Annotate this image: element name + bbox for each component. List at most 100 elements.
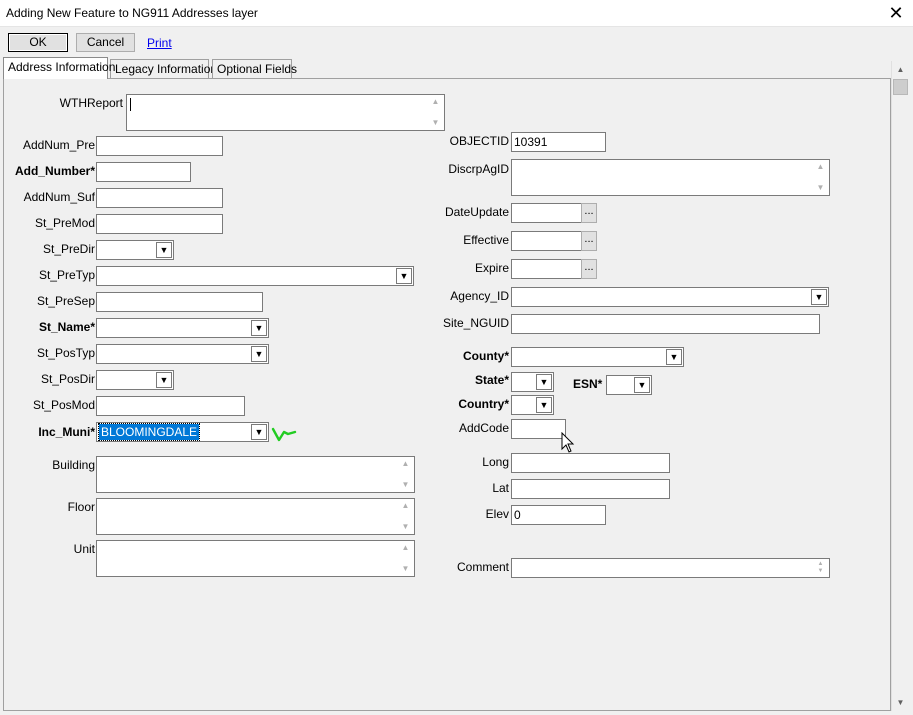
long-label: Long bbox=[482, 455, 509, 469]
esn-combo[interactable]: ▼ bbox=[606, 375, 652, 395]
objectid-field[interactable]: 10391 bbox=[511, 132, 606, 152]
scroll-thumb[interactable] bbox=[893, 79, 908, 95]
chevron-down-icon[interactable]: ▼ bbox=[251, 320, 267, 336]
unit-field[interactable]: ▲ ▼ bbox=[96, 540, 415, 577]
addcode-label: AddCode bbox=[458, 421, 509, 435]
discrpagid-label: DiscrpAgID bbox=[448, 162, 509, 176]
chevron-down-icon[interactable]: ▼ bbox=[156, 242, 172, 258]
st-posmod-field[interactable] bbox=[96, 396, 245, 416]
expire-field[interactable] bbox=[511, 259, 582, 279]
scroll-down-icon[interactable]: ▼ bbox=[398, 521, 413, 533]
st-posdir-label: St_PosDir bbox=[40, 372, 95, 386]
unit-scrollbar[interactable]: ▲ ▼ bbox=[398, 542, 413, 575]
st-postyp-combo[interactable]: ▼ bbox=[96, 344, 269, 364]
elev-label: Elev bbox=[485, 507, 509, 521]
scroll-up-icon[interactable]: ▲ bbox=[398, 500, 413, 512]
panel-scrollbar[interactable]: ▲ ▼ bbox=[891, 61, 909, 711]
country-label: Country* bbox=[458, 397, 509, 411]
scroll-up-icon[interactable]: ▲ bbox=[813, 161, 828, 173]
print-link[interactable]: Print bbox=[147, 36, 172, 50]
state-label: State* bbox=[474, 373, 509, 387]
wthreport-scrollbar[interactable]: ▲ ▼ bbox=[428, 96, 443, 129]
expire-picker-button[interactable]: ... bbox=[581, 259, 597, 279]
effective-label: Effective bbox=[463, 233, 509, 247]
scroll-down-icon[interactable]: ▼ bbox=[398, 563, 413, 575]
wthreport-field[interactable]: ▲ ▼ bbox=[126, 94, 445, 131]
comment-scrollbar[interactable]: ▲ ▼ bbox=[813, 560, 828, 576]
chevron-down-icon[interactable]: ▼ bbox=[536, 374, 552, 390]
addnum-pre-field[interactable] bbox=[96, 136, 223, 156]
tab-legacy-information[interactable]: Legacy Information bbox=[110, 59, 217, 79]
chevron-down-icon[interactable]: ▼ bbox=[536, 397, 552, 413]
scroll-down-icon[interactable]: ▼ bbox=[892, 694, 909, 711]
floor-label: Floor bbox=[67, 500, 95, 514]
st-pretyp-label: St_PreTyp bbox=[38, 268, 95, 282]
mouse-cursor-icon bbox=[561, 432, 575, 453]
building-scrollbar[interactable]: ▲ ▼ bbox=[398, 458, 413, 491]
chevron-down-icon[interactable]: ▼ bbox=[251, 346, 267, 362]
scroll-up-icon[interactable]: ▲ bbox=[892, 61, 909, 78]
effective-picker-button[interactable]: ... bbox=[581, 231, 597, 251]
tab-address-information[interactable]: Address Information bbox=[3, 57, 115, 79]
state-combo[interactable]: ▼ bbox=[511, 372, 554, 392]
st-predir-combo[interactable]: ▼ bbox=[96, 240, 174, 260]
dateupdate-field[interactable] bbox=[511, 203, 582, 223]
long-field[interactable] bbox=[511, 453, 670, 473]
scroll-down-icon[interactable]: ▼ bbox=[428, 117, 443, 129]
combo-value: BLOOMINGDALE bbox=[97, 423, 201, 441]
st-premod-label: St_PreMod bbox=[34, 216, 95, 230]
ok-button[interactable]: OK bbox=[8, 33, 68, 52]
discrpagid-field[interactable]: ▲ ▼ bbox=[511, 159, 830, 196]
site-nguid-label: Site_NGUID bbox=[442, 316, 509, 330]
agency-id-combo[interactable]: ▼ bbox=[511, 287, 829, 307]
country-combo[interactable]: ▼ bbox=[511, 395, 554, 415]
scroll-up-icon[interactable]: ▲ bbox=[398, 458, 413, 470]
dateupdate-picker-button[interactable]: ... bbox=[581, 203, 597, 223]
addnum-suf-field[interactable] bbox=[96, 188, 223, 208]
add-number-label: Add_Number* bbox=[14, 164, 95, 178]
discrpagid-scrollbar[interactable]: ▲ ▼ bbox=[813, 161, 828, 194]
scroll-down-icon[interactable]: ▼ bbox=[398, 479, 413, 491]
esn-label: ESN* bbox=[573, 377, 603, 391]
scroll-down-icon[interactable]: ▼ bbox=[813, 182, 828, 194]
cancel-button[interactable]: Cancel bbox=[76, 33, 135, 52]
county-label: County* bbox=[463, 349, 509, 363]
chevron-down-icon[interactable]: ▼ bbox=[666, 349, 682, 365]
st-presep-field[interactable] bbox=[96, 292, 263, 312]
addnum-suf-label: AddNum_Suf bbox=[23, 190, 95, 204]
addcode-field[interactable] bbox=[511, 419, 566, 439]
objectid-label: OBJECTID bbox=[449, 134, 509, 148]
scroll-up-icon[interactable]: ▲ bbox=[428, 96, 443, 108]
agency-id-label: Agency_ID bbox=[450, 289, 509, 303]
st-pretyp-combo[interactable]: ▼ bbox=[96, 266, 414, 286]
chevron-down-icon[interactable]: ▼ bbox=[251, 424, 267, 440]
st-posdir-combo[interactable]: ▼ bbox=[96, 370, 174, 390]
effective-field[interactable] bbox=[511, 231, 582, 251]
unit-label: Unit bbox=[73, 542, 95, 556]
st-name-label: St_Name* bbox=[38, 320, 95, 334]
dateupdate-label: DateUpdate bbox=[444, 205, 509, 219]
county-combo[interactable]: ▼ bbox=[511, 347, 684, 367]
building-field[interactable]: ▲ ▼ bbox=[96, 456, 415, 493]
floor-scrollbar[interactable]: ▲ ▼ bbox=[398, 500, 413, 533]
scroll-down-icon[interactable]: ▼ bbox=[813, 567, 828, 576]
elev-field[interactable]: 0 bbox=[511, 505, 606, 525]
comment-label: Comment bbox=[456, 560, 509, 574]
chevron-down-icon[interactable]: ▼ bbox=[396, 268, 412, 284]
scroll-up-icon[interactable]: ▲ bbox=[398, 542, 413, 554]
close-icon[interactable]: ✕ bbox=[887, 3, 905, 23]
chevron-down-icon[interactable]: ▼ bbox=[156, 372, 172, 388]
st-predir-label: St_PreDir bbox=[42, 242, 95, 256]
inc-muni-combo[interactable]: BLOOMINGDALE ▼ bbox=[96, 422, 269, 442]
lat-field[interactable] bbox=[511, 479, 670, 499]
chevron-down-icon[interactable]: ▼ bbox=[811, 289, 827, 305]
st-premod-field[interactable] bbox=[96, 214, 223, 234]
lat-label: Lat bbox=[492, 481, 509, 495]
comment-field[interactable]: ▲ ▼ bbox=[511, 558, 830, 578]
site-nguid-field[interactable] bbox=[511, 314, 820, 334]
floor-field[interactable]: ▲ ▼ bbox=[96, 498, 415, 535]
st-name-combo[interactable]: ▼ bbox=[96, 318, 269, 338]
tab-optional-fields[interactable]: Optional Fields bbox=[212, 59, 297, 79]
chevron-down-icon[interactable]: ▼ bbox=[634, 377, 650, 393]
add-number-field[interactable] bbox=[96, 162, 191, 182]
